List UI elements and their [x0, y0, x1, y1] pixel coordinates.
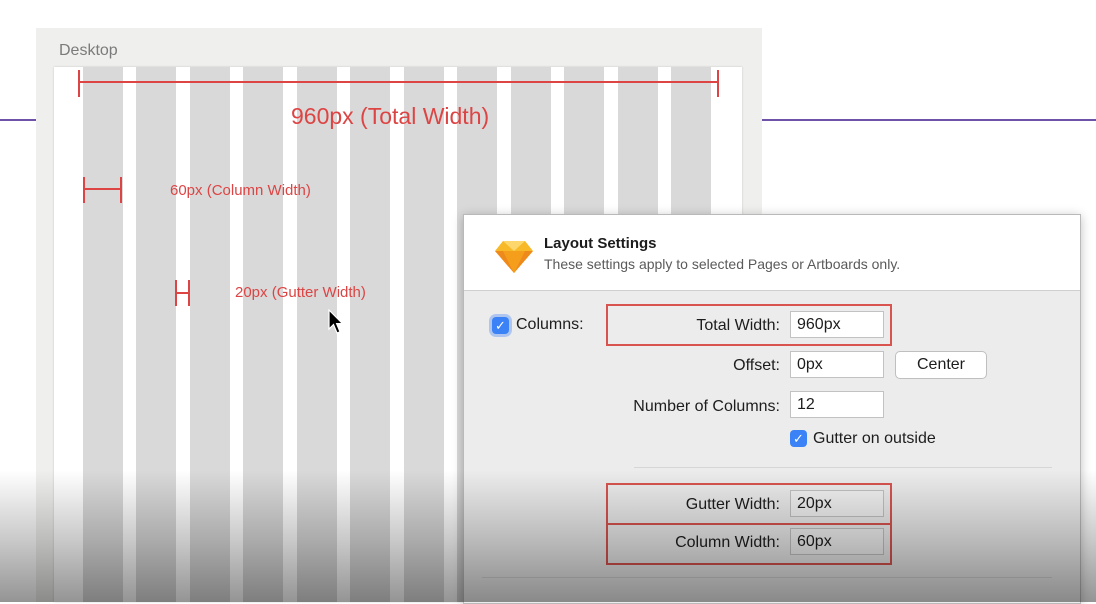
gutter-on-outside-checkbox[interactable]: ✓	[790, 430, 807, 447]
gutter-width-input[interactable]: 20px	[790, 490, 884, 517]
gutter-on-outside-label[interactable]: Gutter on outside	[813, 430, 936, 448]
layout-settings-dialog: Layout Settings These settings apply to …	[463, 214, 1081, 604]
layout-column	[350, 67, 390, 602]
column-width-annotation: 60px (Column Width)	[170, 182, 311, 199]
section-divider	[634, 467, 1052, 468]
total-width-input[interactable]: 960px	[790, 311, 884, 338]
column-width-input[interactable]: 60px	[790, 528, 884, 555]
gutter-width-label: Gutter Width:	[685, 496, 780, 513]
gutter-width-bracket-right	[188, 280, 190, 306]
layout-column	[404, 67, 444, 602]
column-width-bracket-line	[83, 188, 122, 190]
offset-label: Offset:	[733, 357, 780, 374]
column-width-label: Column Width:	[675, 534, 780, 551]
total-width-bracket-line	[78, 81, 719, 83]
mouse-pointer-icon	[328, 309, 344, 334]
total-width-annotation: 960px (Total Width)	[291, 103, 490, 129]
column-width-bracket-left	[83, 177, 85, 203]
columns-checkbox-label[interactable]: Columns:	[516, 316, 584, 334]
columns-checkbox[interactable]: ✓	[492, 317, 509, 334]
number-of-columns-label: Number of Columns:	[633, 398, 780, 415]
gutter-width-bracket-left	[175, 280, 177, 306]
total-width-bracket-left	[78, 70, 80, 97]
number-of-columns-input[interactable]: 12	[790, 391, 884, 418]
total-width-label: Total Width:	[696, 317, 780, 334]
dialog-title: Layout Settings	[544, 235, 657, 252]
dialog-subtitle: These settings apply to selected Pages o…	[544, 256, 901, 272]
layout-column	[243, 67, 283, 602]
total-width-bracket-right	[717, 70, 719, 97]
column-width-bracket-right	[120, 177, 122, 203]
guide-line-left	[0, 119, 36, 121]
offset-input[interactable]: 0px	[790, 351, 884, 378]
artboard-label[interactable]: Desktop	[59, 42, 118, 60]
guide-line-right	[762, 119, 1096, 121]
layout-column	[83, 67, 123, 602]
layout-column	[136, 67, 176, 602]
dialog-header: Layout Settings These settings apply to …	[464, 215, 1080, 291]
gutter-width-bracket-line	[175, 292, 189, 294]
gutter-width-annotation: 20px (Gutter Width)	[235, 284, 366, 301]
layout-column	[190, 67, 230, 602]
center-button[interactable]: Center	[895, 351, 987, 379]
sketch-gem-icon	[495, 241, 533, 273]
bottom-divider	[482, 577, 1052, 578]
